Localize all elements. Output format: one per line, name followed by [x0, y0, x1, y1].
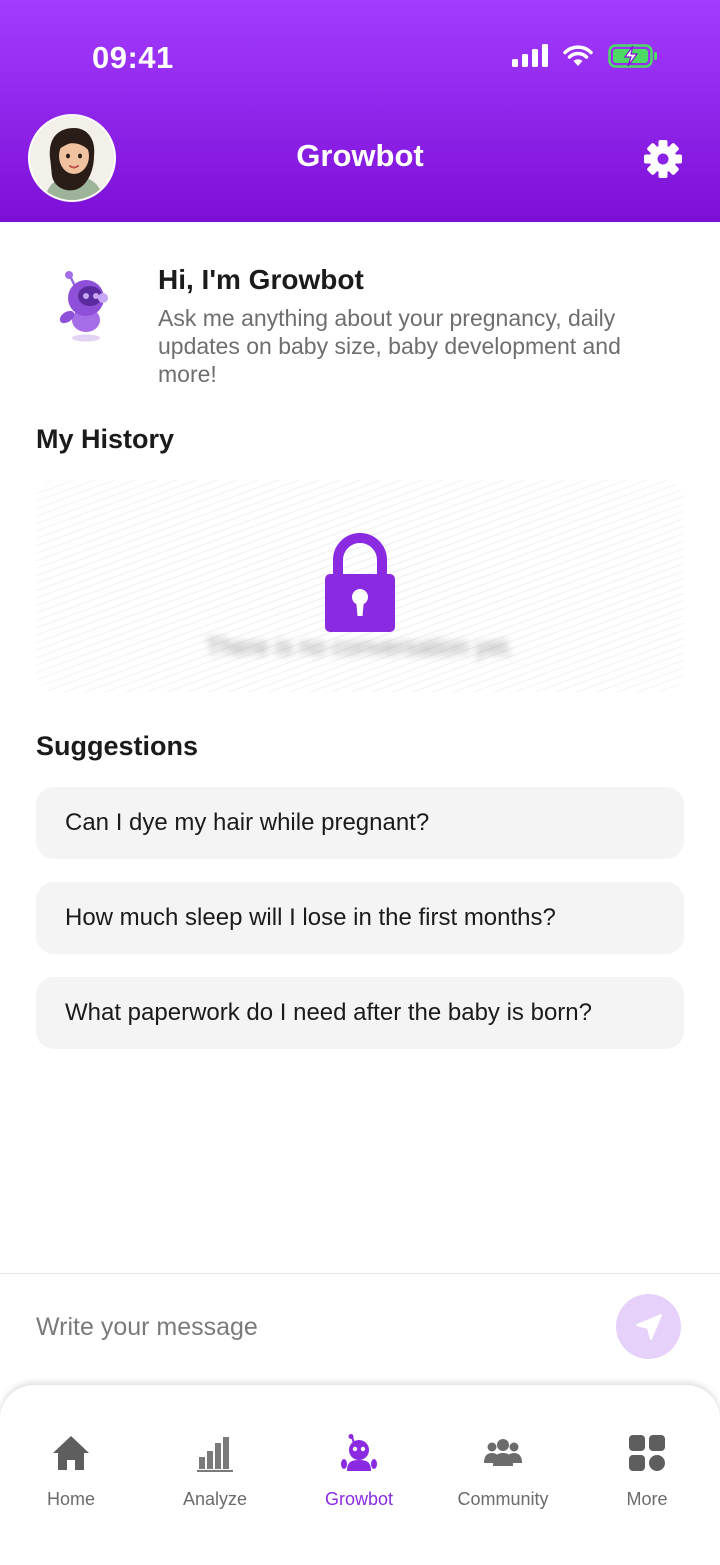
suggestion-item[interactable]: What paperwork do I need after the baby … [36, 977, 684, 1049]
tab-label: Community [457, 1489, 549, 1509]
gear-icon [644, 140, 682, 178]
lock-icon [325, 533, 395, 632]
suggestions-heading: Suggestions [36, 731, 199, 761]
grid-icon [629, 1435, 665, 1471]
tab-label: Growbot [324, 1489, 394, 1509]
status-time: 09:41 [92, 40, 174, 75]
tab-community[interactable]: Community [438, 1433, 568, 1510]
wifi-icon [563, 45, 593, 66]
message-input[interactable] [36, 1304, 576, 1350]
growbot-illustration [59, 271, 108, 342]
tab-label: More [626, 1489, 668, 1509]
app-header: 09:41 Growbot [0, 0, 720, 222]
tab-label: Home [46, 1489, 95, 1509]
bar-chart-icon [197, 1437, 233, 1472]
send-button[interactable] [616, 1294, 681, 1359]
battery-charging-icon [608, 44, 657, 68]
home-icon [53, 1436, 89, 1470]
intro-description: Ask me anything about your pregnancy, da… [158, 305, 621, 387]
tab-analyze[interactable]: Analyze [150, 1433, 280, 1510]
bottom-tab-bar: Home Analyze Growbot Community More [0, 1385, 720, 1565]
tab-label: Analyze [182, 1489, 248, 1509]
community-icon [484, 1439, 522, 1466]
page-title: Growbot [296, 138, 424, 173]
history-heading: My History [36, 424, 175, 454]
suggestion-item[interactable]: How much sleep will I lose in the first … [36, 882, 684, 954]
tab-growbot[interactable]: Growbot [294, 1433, 424, 1510]
settings-button[interactable] [642, 138, 684, 180]
send-icon [635, 1313, 662, 1340]
intro-title: Hi, I'm Growbot [158, 264, 364, 295]
tab-more[interactable]: More [582, 1433, 712, 1510]
message-composer [0, 1273, 720, 1388]
history-empty-text: There is no conversation yet. [205, 634, 515, 661]
status-icons [512, 44, 658, 68]
cellular-signal-icon [512, 44, 548, 67]
suggestion-item[interactable]: Can I dye my hair while pregnant? [36, 787, 684, 859]
tab-home[interactable]: Home [6, 1433, 136, 1510]
robot-icon [341, 1434, 377, 1471]
history-locked-panel: There is no conversation yet. [36, 480, 684, 692]
